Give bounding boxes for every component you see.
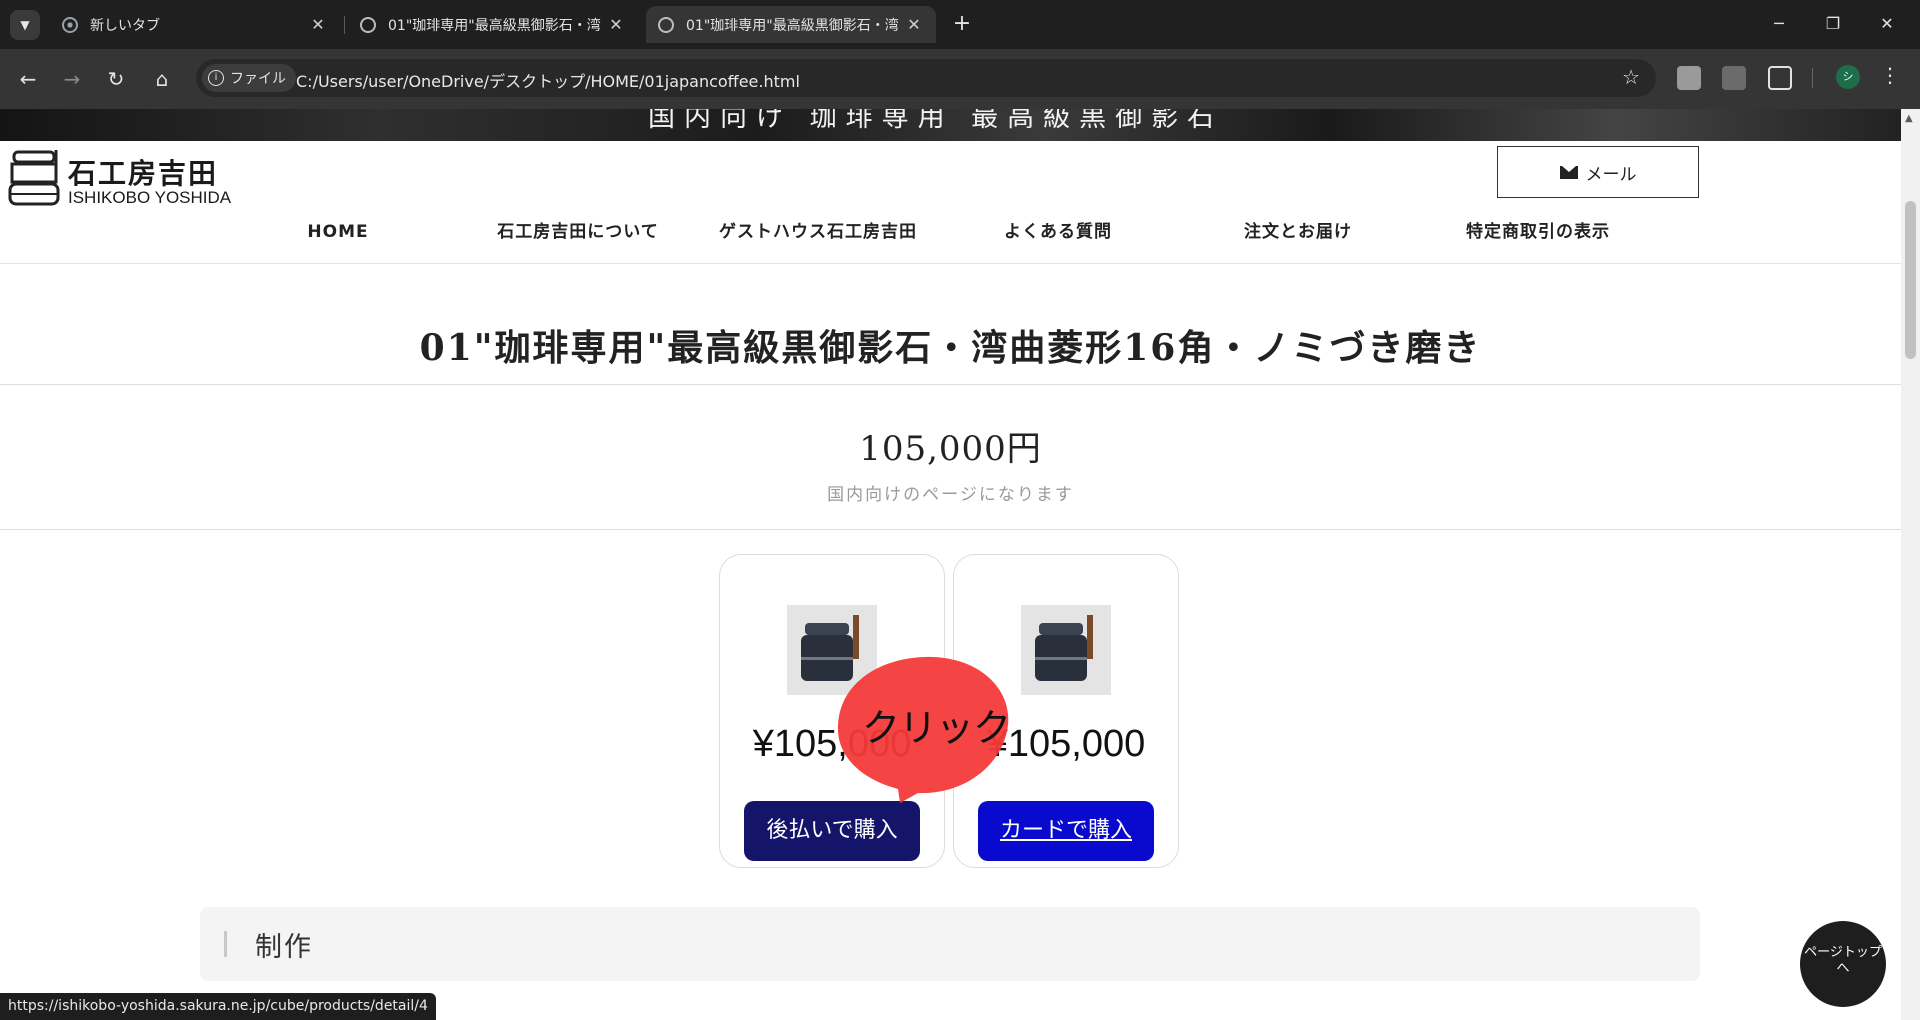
tab-title: 新しいタブ [90, 17, 160, 34]
close-window-button[interactable]: ✕ [1864, 6, 1910, 42]
back-button[interactable]: ← [12, 63, 44, 95]
minimize-button[interactable]: ─ [1756, 6, 1802, 42]
product-price: 105,000円 [859, 429, 1042, 469]
global-nav: HOME 石工房吉田について ゲストハウス石工房吉田 よくある質問 注文とお届け… [0, 213, 1901, 251]
url-text[interactable]: C:/Users/user/OneDrive/デスクトップ/HOME/01jap… [296, 68, 800, 92]
toolbar-separator [1812, 68, 1813, 88]
tab-title: 01"珈琲専用"最高級黒御影石・湾 [388, 17, 601, 34]
nav-item-faq[interactable]: よくある質問 [938, 213, 1178, 251]
nav-item-legal[interactable]: 特定商取引の表示 [1418, 213, 1658, 251]
section-production: 制作 [200, 907, 1700, 981]
mail-button[interactable]: メール [1497, 146, 1699, 198]
product-image [1021, 605, 1111, 695]
reload-button[interactable]: ↻ [100, 63, 132, 95]
arrow-right-icon: → [63, 67, 81, 91]
price-note: 国内向けのページになります [827, 485, 1074, 505]
arrow-left-icon: ← [19, 67, 37, 91]
tab-search-button[interactable]: ▼ [10, 10, 40, 40]
more-menu-icon[interactable]: ⋮ [1880, 63, 1900, 87]
extension-translate-icon[interactable] [1677, 66, 1701, 90]
hero-banner: 国内向け 珈琲専用 最高級黒御影石 [0, 109, 1901, 141]
close-icon[interactable]: ✕ [904, 15, 924, 34]
pay-by-card-button[interactable]: カードで購入 [978, 801, 1154, 861]
page-scrollbar[interactable]: ▲ [1901, 109, 1920, 1020]
hero-caption: 国内向け 珈琲専用 最高級黒御影石 [648, 109, 1224, 133]
home-icon: ⌂ [155, 67, 169, 91]
logo-japanese: 石工房吉田 [68, 157, 219, 190]
tab-product-page-active[interactable]: 01"珈琲専用"最高級黒御影石・湾 ✕ [646, 6, 936, 43]
click-callout-text: クリック [862, 706, 1011, 750]
new-tab-button[interactable]: + [948, 10, 976, 38]
chrome-icon [62, 16, 78, 33]
home-button[interactable]: ⌂ [146, 63, 178, 95]
globe-icon [658, 16, 674, 33]
restore-icon: ❐ [1825, 14, 1841, 33]
page-viewport: 国内向け 珈琲専用 最高級黒御影石 石工房吉田 ISHIKOBO YOSHIDA… [0, 109, 1901, 1020]
scrollbar-thumb[interactable] [1905, 201, 1916, 359]
close-icon: ✕ [1880, 14, 1894, 33]
page-top-button[interactable]: ページトップへ [1800, 921, 1886, 1007]
tab-title: 01"珈琲専用"最高級黒御影石・湾 [686, 17, 899, 34]
nav-item-about[interactable]: 石工房吉田について [458, 213, 698, 251]
minimize-icon: ─ [1774, 14, 1784, 33]
nav-item-home[interactable]: HOME [218, 213, 458, 251]
site-header: 石工房吉田 ISHIKOBO YOSHIDA メール HOME 石工房吉田につい… [0, 141, 1901, 264]
chevron-down-icon: ▼ [20, 18, 30, 32]
section-accent-bar [224, 931, 227, 957]
logo-english: ISHIKOBO YOSHIDA [68, 188, 232, 207]
address-bar[interactable]: i ファイル C:/Users/user/OneDrive/デスクトップ/HOM… [196, 59, 1656, 97]
site-logo[interactable]: 石工房吉田 ISHIKOBO YOSHIDA [8, 144, 253, 210]
globe-icon [360, 16, 376, 33]
extensions-puzzle-icon[interactable] [1768, 66, 1792, 90]
info-icon: i [208, 70, 224, 86]
tab-product-page[interactable]: 01"珈琲専用"最高級黒御影石・湾 ✕ [348, 6, 638, 43]
nav-item-order[interactable]: 注文とお届け [1178, 213, 1418, 251]
status-bar-url: https://ishikobo-yoshida.sakura.ne.jp/cu… [0, 993, 436, 1020]
divider [0, 384, 1901, 385]
forward-button[interactable]: → [56, 63, 88, 95]
site-info-label: ファイル [230, 71, 286, 87]
scroll-up-icon[interactable]: ▲ [1905, 113, 1913, 124]
product-title: 01"珈琲専用"最高級黒御影石・湾曲菱形16角・ノミづき磨き [419, 327, 1482, 369]
tab-new-tab[interactable]: 新しいタブ ✕ [50, 6, 340, 43]
section-title: 制作 [255, 932, 313, 963]
browser-toolbar: ← → ↻ ⌂ i ファイル C:/Users/user/OneDrive/デス… [0, 49, 1920, 109]
stone-mill-icon [8, 150, 60, 206]
site-info-chip[interactable]: i ファイル [202, 64, 296, 92]
bookmark-star-icon[interactable]: ☆ [1622, 65, 1640, 89]
mail-button-label: メール [1585, 164, 1637, 185]
plus-icon: + [952, 11, 972, 36]
tab-separator [344, 16, 345, 34]
envelope-icon [1559, 165, 1578, 179]
browser-tab-bar: ▼ 新しいタブ ✕ 01"珈琲専用"最高級黒御影石・湾 ✕ 01"珈琲専用"最高… [0, 0, 1920, 49]
close-icon[interactable]: ✕ [606, 15, 626, 34]
profile-avatar[interactable]: シ [1836, 65, 1860, 89]
restore-button[interactable]: ❐ [1810, 6, 1856, 42]
reload-icon: ↻ [107, 67, 125, 91]
nav-item-guesthouse[interactable]: ゲストハウス石工房吉田 [698, 213, 938, 251]
close-icon[interactable]: ✕ [308, 15, 328, 34]
pay-later-button[interactable]: 後払いで購入 [744, 801, 920, 861]
divider [0, 529, 1901, 530]
extension-shield-icon[interactable] [1722, 66, 1746, 90]
